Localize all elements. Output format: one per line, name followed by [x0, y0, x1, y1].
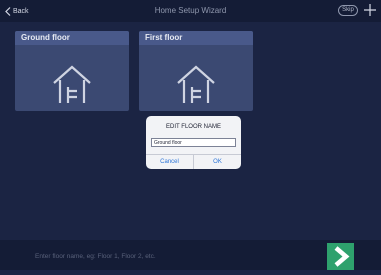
- top-bar: Back Home Setup Wizard Skip: [0, 0, 381, 22]
- floor-card-ground[interactable]: Ground floor: [15, 31, 129, 111]
- dialog-title: EDIT FLOOR NAME: [166, 124, 221, 130]
- ok-button[interactable]: OK: [193, 155, 241, 169]
- floor-card-title: Ground floor: [15, 31, 129, 45]
- house-icon: [177, 65, 215, 103]
- floor-name-hint[interactable]: Enter floor name, eg: Floor 1, Floor 2, …: [35, 253, 156, 260]
- arrow-right-icon: [334, 246, 350, 267]
- house-icon: [53, 65, 91, 103]
- dialog-buttons: Cancel OK: [146, 154, 241, 169]
- bottom-bar: Enter floor name, eg: Floor 1, Floor 2, …: [0, 240, 381, 270]
- skip-button[interactable]: Skip: [338, 5, 358, 16]
- plus-icon[interactable]: [363, 3, 377, 17]
- next-button[interactable]: [327, 243, 354, 270]
- floor-card-first[interactable]: First floor: [139, 31, 253, 111]
- edit-floor-dialog: EDIT FLOOR NAME Cancel OK: [146, 116, 241, 169]
- page-title: Home Setup Wizard: [154, 6, 227, 15]
- floor-name-input[interactable]: [151, 138, 236, 147]
- cancel-button[interactable]: Cancel: [146, 155, 193, 169]
- floor-card-title: First floor: [139, 31, 253, 45]
